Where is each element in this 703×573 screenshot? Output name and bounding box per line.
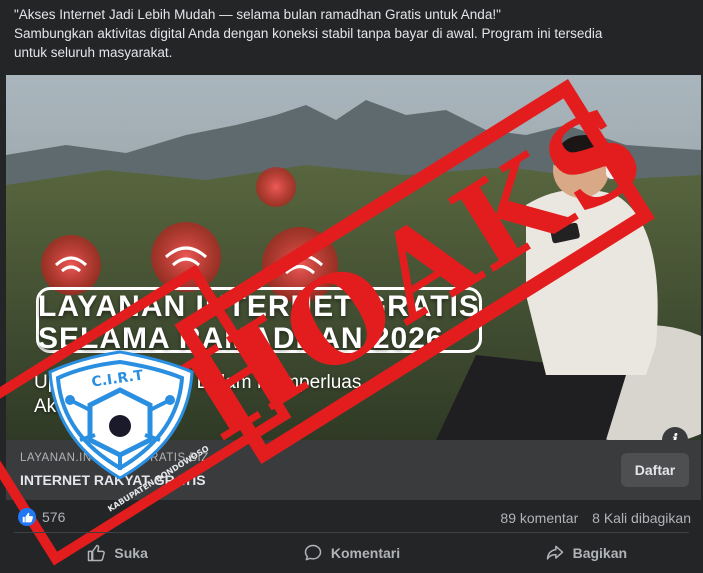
like-count: 576: [42, 509, 66, 525]
reaction-summary[interactable]: 576: [18, 508, 65, 526]
caption-line-3: untuk seluruh masyarakat.: [14, 45, 173, 60]
wifi-bubble: [256, 167, 296, 207]
thumbs-up-icon: [88, 544, 106, 562]
caption-line-1: "Akses Internet Jadi Lebih Mudah — selam…: [14, 7, 501, 22]
cta-button[interactable]: Daftar: [621, 453, 689, 487]
post-actions: Suka Komentari Bagikan: [0, 536, 703, 570]
comment-icon: [304, 544, 322, 561]
share-label: Bagikan: [572, 545, 628, 561]
wifi-bubble: [41, 235, 101, 295]
ad-headline-line-2: SELAMA RAMADHAN 2026: [38, 322, 444, 355]
link-url: LAYANAN.INTERNETGRATIS.BIZ: [20, 452, 209, 464]
share-icon: [546, 545, 563, 560]
comment-button[interactable]: Komentari: [234, 536, 468, 570]
like-reaction-icon: [18, 508, 36, 526]
share-count[interactable]: 8 Kali dibagikan: [592, 510, 691, 526]
ad-headline-line-1: LAYANAN INTERNET GRATIS: [38, 290, 480, 323]
ad-subline-2: Akses di Daerah: [34, 396, 174, 417]
link-preview[interactable]: LAYANAN.INTERNETGRATIS.BIZ INTERNET RAKY…: [6, 440, 701, 500]
wifi-bubble: [151, 222, 221, 292]
like-button[interactable]: Suka: [0, 536, 234, 570]
link-title[interactable]: INTERNET RAKYAT GRATIS: [20, 472, 206, 488]
caption-line-2: Sambungkan aktivitas digital Anda dengan…: [14, 26, 603, 41]
share-button[interactable]: Bagikan: [469, 536, 703, 570]
like-label: Suka: [114, 545, 148, 561]
engagement-stats: 89 komentar 8 Kali dibagikan: [500, 510, 691, 526]
comment-label: Komentari: [330, 545, 401, 561]
divider: [14, 532, 689, 533]
ad-subline-1: Upaya Pemerintah Dalam Memperluas: [34, 372, 362, 393]
comment-count[interactable]: 89 komentar: [500, 510, 578, 526]
post-caption: "Akses Internet Jadi Lebih Mudah — selam…: [14, 5, 690, 62]
